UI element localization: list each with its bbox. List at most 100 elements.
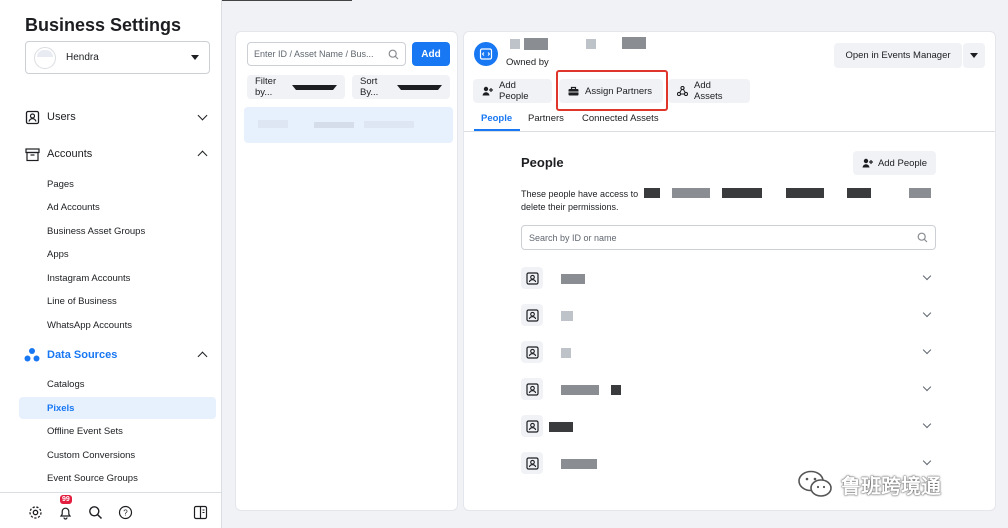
sidebar-item-pixels[interactable]: Pixels	[47, 403, 74, 414]
gear-icon[interactable]	[27, 504, 43, 520]
wechat-logo-icon	[798, 470, 832, 497]
sort-dropdown-label: Sort By...	[360, 76, 379, 98]
search-icon[interactable]	[87, 504, 103, 520]
add-assets-button[interactable]: Add Assets	[668, 79, 750, 103]
person-card-icon	[521, 341, 543, 363]
add-person-icon	[482, 86, 493, 96]
person-card-icon	[521, 378, 543, 400]
pixel-code-icon	[474, 42, 498, 66]
sidebar-item-catalogs[interactable]: Catalogs	[47, 379, 85, 390]
redacted-text	[510, 39, 520, 49]
asset-search-input[interactable]: Enter ID / Asset Name / Bus...	[247, 42, 406, 66]
redacted-text	[909, 188, 931, 198]
owned-by-label: Owned by	[506, 57, 549, 68]
person-card-icon	[521, 415, 543, 437]
person-row[interactable]	[521, 378, 936, 400]
people-search-placeholder: Search by ID or name	[529, 232, 617, 243]
person-card-icon	[521, 267, 543, 289]
tab-connected-assets[interactable]: Connected Assets	[582, 113, 659, 124]
add-people-label: Add People	[499, 80, 529, 102]
person-card-icon	[521, 452, 543, 474]
more-options-dropdown[interactable]	[963, 43, 985, 68]
redacted-name	[561, 348, 571, 358]
help-icon[interactable]: ?	[117, 504, 133, 520]
asset-search-placeholder: Enter ID / Asset Name / Bus...	[254, 49, 374, 59]
sidebar-item-pages[interactable]: Pages	[47, 179, 74, 190]
list-item[interactable]	[244, 107, 453, 143]
sidebar-section-users[interactable]: Users	[24, 107, 208, 127]
redacted-text	[586, 39, 596, 49]
chevron-down-icon	[922, 456, 932, 466]
sort-dropdown[interactable]: Sort By...	[352, 75, 450, 99]
sidebar-item-ad-accounts[interactable]: Ad Accounts	[47, 202, 100, 213]
sidebar-toggle-icon[interactable]	[192, 504, 208, 520]
sidebar-item-line-of-business[interactable]: Line of Business	[47, 296, 117, 307]
sidebar-section-accounts[interactable]: Accounts	[24, 144, 208, 164]
add-asset-button[interactable]: Add	[412, 42, 450, 66]
sidebar-section-label: Users	[47, 111, 76, 123]
search-icon	[917, 232, 928, 243]
tab-divider	[464, 131, 995, 132]
search-icon	[388, 49, 399, 59]
assets-icon	[677, 86, 688, 96]
caret-down-icon	[191, 55, 199, 60]
sidebar-section-label: Accounts	[47, 148, 93, 160]
redacted-text	[524, 38, 548, 50]
redacted-text	[314, 122, 354, 128]
redacted-text	[672, 188, 710, 198]
watermark: 鲁班跨境通	[797, 469, 941, 499]
add-person-icon	[862, 158, 873, 168]
sidebar-section-data-sources[interactable]: Data Sources	[24, 345, 208, 365]
sidebar-item-custom-conversions[interactable]: Custom Conversions	[47, 450, 135, 461]
sidebar-item-business-asset-groups[interactable]: Business Asset Groups	[47, 226, 145, 237]
person-row[interactable]	[521, 415, 936, 437]
notification-badge: 99	[60, 495, 72, 504]
tab-people[interactable]: People	[481, 113, 512, 124]
sidebar-footer: 99 ?	[0, 492, 222, 528]
add-people-button[interactable]: Add People	[473, 79, 552, 103]
redacted-text	[644, 188, 660, 198]
chevron-down-icon	[922, 419, 932, 429]
chevron-down-icon	[922, 345, 932, 355]
sidebar-section-label: Data Sources	[47, 349, 118, 361]
bell-icon[interactable]	[57, 504, 73, 520]
redacted-text	[722, 188, 762, 198]
assign-partners-highlight	[556, 70, 668, 111]
people-add-button[interactable]: Add People	[853, 151, 936, 175]
avatar	[34, 46, 56, 69]
person-row[interactable]	[521, 304, 936, 326]
filter-dropdown[interactable]: Filter by...	[247, 75, 345, 99]
redacted-name	[561, 385, 599, 395]
redacted-name	[549, 422, 573, 432]
tab-partners[interactable]: Partners	[528, 113, 564, 124]
person-row[interactable]	[521, 267, 936, 289]
people-section-title: People	[521, 155, 564, 170]
people-add-label: Add People	[877, 157, 928, 169]
redacted-name	[611, 385, 621, 395]
person-row[interactable]	[521, 341, 936, 363]
redacted-text	[258, 120, 288, 128]
sidebar-item-offline-event-sets[interactable]: Offline Event Sets	[47, 426, 123, 437]
sidebar-item-event-source-groups[interactable]: Event Source Groups	[47, 473, 138, 484]
sidebar-item-instagram-accounts[interactable]: Instagram Accounts	[47, 273, 130, 284]
people-search-input[interactable]: Search by ID or name	[521, 225, 936, 250]
archive-icon	[24, 146, 40, 162]
pixel-detail-panel: Owned by Open in Events Manager Add Peop…	[463, 31, 996, 511]
redacted-text	[786, 188, 824, 198]
people-description-line2: delete their permissions.	[521, 202, 619, 212]
redacted-name	[561, 459, 597, 469]
watermark-text: 鲁班跨境通	[841, 475, 941, 498]
redacted-name	[561, 274, 585, 284]
sidebar-item-whatsapp-accounts[interactable]: WhatsApp Accounts	[47, 320, 132, 331]
redacted-text	[364, 121, 414, 128]
caret-down-icon	[970, 53, 978, 58]
caret-down-icon	[397, 84, 442, 90]
chevron-up-icon	[197, 351, 208, 362]
account-selector[interactable]: Hendra	[25, 41, 210, 74]
chevron-down-icon	[922, 271, 932, 281]
svg-text:?: ?	[123, 508, 128, 517]
redacted-text	[622, 37, 646, 49]
open-events-manager-button[interactable]: Open in Events Manager	[834, 43, 962, 68]
add-assets-label: Add Assets	[694, 80, 723, 102]
sidebar-item-apps[interactable]: Apps	[47, 249, 69, 260]
